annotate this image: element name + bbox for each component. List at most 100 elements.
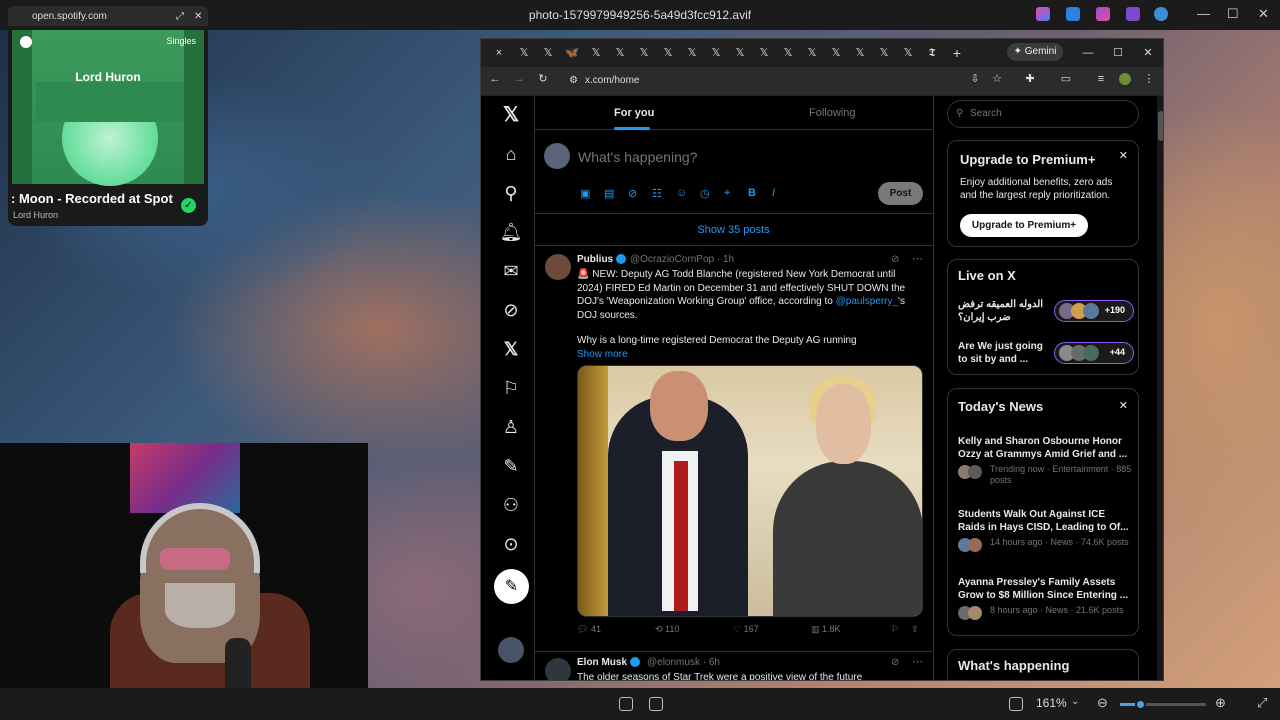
spotify-mini-player[interactable]: Singles Lord Huron : Moon - Recorded at … — [8, 26, 208, 226]
tweet-avatar[interactable] — [545, 658, 571, 680]
expand-icon[interactable]: ⤢ — [176, 11, 184, 22]
tab-x-14[interactable]: 𝕏 — [850, 44, 870, 62]
communities-icon[interactable]: ✎ — [493, 448, 529, 484]
bookmarks-icon[interactable]: ⚐ — [493, 370, 529, 406]
live-item[interactable]: الدوله العميقه ترفض ضرب إيران؟ +190 — [958, 296, 1134, 326]
browser-minimize-button[interactable]: — — [1078, 44, 1098, 62]
zoom-level[interactable]: 161% — [1036, 696, 1067, 710]
grok-compose-icon[interactable]: ⊘ — [628, 187, 637, 200]
address-bar[interactable]: ⚙ x.com/home — [565, 70, 955, 92]
minimize-button[interactable]: — — [1197, 6, 1210, 21]
repost-button[interactable]: ⟲ 110 — [655, 624, 679, 635]
italic-icon[interactable]: I — [772, 187, 775, 199]
account-avatar[interactable] — [498, 637, 524, 663]
gif-icon[interactable]: ▤ — [604, 187, 614, 200]
profile-icon[interactable]: ⚇ — [493, 487, 529, 523]
live-item[interactable]: Are We just going to sit by and ... +44 — [958, 338, 1134, 368]
app-icon-1[interactable] — [1036, 7, 1050, 21]
track-artist[interactable]: Lord Huron — [13, 210, 58, 220]
app-icon-5[interactable] — [1154, 7, 1168, 21]
app-icon-3[interactable] — [1096, 7, 1110, 21]
tab-x-10[interactable]: 𝕏 — [754, 44, 774, 62]
tab-x-15[interactable]: 𝕏 — [874, 44, 894, 62]
close-icon[interactable]: ✕ — [194, 11, 202, 22]
tab-x-12[interactable]: 𝕏 — [802, 44, 822, 62]
tab-bluesky[interactable]: 🦋 — [562, 44, 582, 62]
poll-icon[interactable]: ☷ — [652, 187, 662, 200]
site-info-icon[interactable]: ⚙ — [569, 70, 578, 92]
news-item[interactable]: Kelly and Sharon Osbourne Honor Ozzy at … — [958, 435, 1134, 486]
tweet-avatar[interactable] — [545, 254, 571, 280]
tweet[interactable]: Elon Musk @elonmusk · 6h ⊘ ⋯ The older s… — [534, 651, 933, 680]
zoom-out-icon[interactable]: ⊖ — [1097, 695, 1108, 711]
tab-x-6[interactable]: 𝕏 — [658, 44, 678, 62]
explore-icon[interactable]: ⚲ — [493, 175, 529, 211]
show-new-posts[interactable]: Show 35 posts — [534, 213, 933, 246]
fit-screen-icon[interactable] — [619, 697, 633, 711]
tweet-author[interactable]: Elon Musk — [577, 657, 641, 668]
tweet-handle[interactable]: @OcrazioCornPop · 1h — [630, 254, 734, 265]
bold-icon[interactable]: B — [748, 187, 756, 199]
tab-x-8[interactable]: 𝕏 — [706, 44, 726, 62]
page-scrollbar[interactable] — [1157, 96, 1163, 680]
views-button[interactable]: ▥ 1.8K — [811, 624, 841, 635]
close-icon[interactable]: ✕ — [1119, 149, 1128, 162]
post-button[interactable]: Post — [878, 182, 923, 205]
tab-x-1[interactable]: 𝕏 — [514, 44, 534, 62]
install-icon[interactable]: ⇩ — [969, 73, 981, 85]
tab-x-2[interactable]: 𝕏 — [538, 44, 558, 62]
more-icon[interactable]: ⊙ — [493, 526, 529, 562]
tab-telegraph[interactable]: 𝕿 — [922, 44, 942, 62]
jobs-icon[interactable]: ♙ — [493, 409, 529, 445]
tweet-author[interactable]: Publius — [577, 254, 627, 265]
zoom-dropdown-icon[interactable]: ⌄ — [1071, 696, 1079, 707]
tab-x-3[interactable]: 𝕏 — [586, 44, 606, 62]
live-listeners-pill[interactable]: +44 — [1054, 342, 1134, 364]
saved-check-icon[interactable]: ✓ — [181, 198, 196, 213]
upgrade-premium-button[interactable]: Upgrade to Premium+ — [960, 214, 1088, 237]
browser-maximize-button[interactable]: ☐ — [1108, 44, 1128, 62]
compose-post-button[interactable]: ✎ — [494, 569, 529, 604]
profile-avatar[interactable] — [1119, 73, 1131, 85]
reply-button[interactable]: 💬︎ 41 — [577, 624, 601, 635]
notifications-icon[interactable]: 🔔︎ — [493, 214, 529, 250]
tab-x-11[interactable]: 𝕏 — [778, 44, 798, 62]
tab-x-9[interactable]: 𝕏 — [730, 44, 750, 62]
tab-x-5[interactable]: 𝕏 — [634, 44, 654, 62]
news-item[interactable]: Students Walk Out Against ICE Raids in H… — [958, 508, 1134, 552]
tab-close-icon[interactable]: × — [489, 44, 509, 62]
grok-icon[interactable]: ⊘ — [493, 292, 529, 328]
tab-following[interactable]: Following — [809, 107, 855, 119]
tab-for-you[interactable]: For you — [614, 107, 654, 119]
emoji-icon[interactable]: ☺ — [676, 187, 687, 199]
location-icon[interactable]: ⌖ — [724, 187, 730, 200]
reading-list-icon[interactable]: ≡ — [1095, 73, 1107, 85]
live-listeners-pill[interactable]: +190 — [1054, 300, 1134, 322]
zoom-in-icon[interactable]: ⊕ — [1215, 695, 1226, 711]
show-more-link[interactable]: Show more — [577, 349, 628, 360]
mention-link[interactable]: @paulsperry_ — [836, 296, 898, 307]
gemini-button[interactable]: ✦ Gemini — [1007, 43, 1063, 61]
zoom-slider[interactable] — [1120, 699, 1206, 710]
menu-icon[interactable]: ⋮ — [1143, 73, 1155, 85]
new-tab-button[interactable]: + — [947, 44, 967, 62]
tweet-image[interactable] — [577, 365, 923, 617]
premium-icon[interactable]: 𝕏 — [493, 331, 529, 367]
app-icon-4[interactable] — [1126, 7, 1140, 21]
browser-close-button[interactable]: ✕ — [1138, 44, 1158, 62]
search-input[interactable]: ⚲ Search — [947, 100, 1139, 128]
tweet-more-icon[interactable]: ⋯ — [912, 655, 923, 668]
bookmark-star-icon[interactable]: ☆ — [991, 73, 1003, 85]
close-icon[interactable]: ✕ — [1119, 399, 1128, 412]
tab-x-4[interactable]: 𝕏 — [610, 44, 630, 62]
x-logo-icon[interactable]: 𝕏 — [493, 97, 529, 133]
bookmark-icon[interactable]: ⚐ — [891, 624, 899, 635]
maximize-button[interactable]: ☐ — [1227, 6, 1239, 22]
tab-x-16[interactable]: 𝕏 — [898, 44, 918, 62]
news-item[interactable]: Ayanna Pressley's Family Assets Grow to … — [958, 576, 1134, 620]
split-view-icon[interactable]: ▭ — [1060, 73, 1072, 85]
tab-x-13[interactable]: 𝕏 — [826, 44, 846, 62]
fullscreen-icon[interactable]: ⤢ — [1257, 695, 1267, 711]
extensions-icon[interactable]: ✚ — [1024, 73, 1036, 85]
back-icon[interactable]: ← — [489, 73, 501, 85]
